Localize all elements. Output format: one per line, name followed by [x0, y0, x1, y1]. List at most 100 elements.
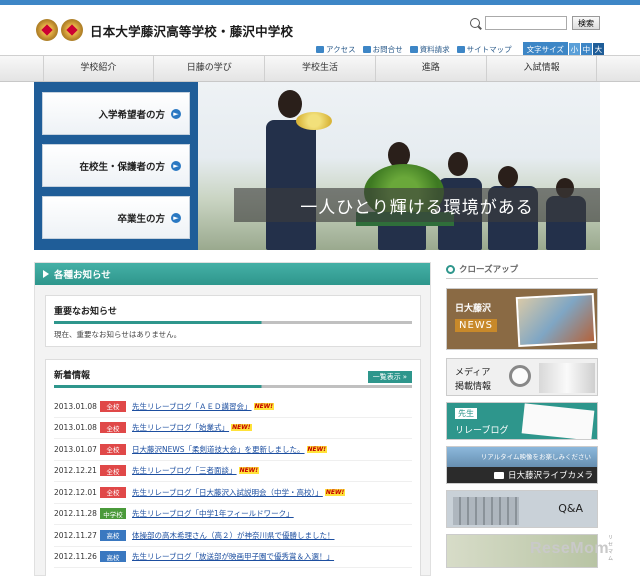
news-banner-photo	[515, 292, 597, 348]
util-link-label: アクセス	[326, 45, 356, 54]
hero-caption: 一人ひとり輝ける環境がある	[234, 188, 600, 222]
camera-banner-label: 日大藤沢ライブカメラ	[507, 471, 593, 481]
live-camera-banner[interactable]: リアルタイム映像をお楽しみください 日大藤沢ライブカメラ	[446, 446, 598, 484]
news-link[interactable]: 体操部の高木希理さん（高２）が神奈川県で優勝しました！	[132, 530, 335, 541]
school-name: 日本大学藤沢高等学校・藤沢中学校	[90, 23, 294, 39]
nav-item-learning[interactable]: 日藤の学び	[153, 56, 264, 81]
hero-button-label: 入学希望者の方	[98, 109, 165, 121]
alumni-button[interactable]: 卒業生の方 ►	[42, 196, 190, 239]
news-title: 新着情報	[54, 371, 91, 381]
news-row: 2012.12.01 全校 先生リレーブログ「日大藤沢入試説明会（中学・高校）」 NE…	[54, 482, 412, 504]
school-logo[interactable]: 日本大学藤沢高等学校・藤沢中学校	[36, 19, 293, 41]
media-banner[interactable]: メディア 掲載情報	[446, 358, 598, 396]
relay-blog-banner[interactable]: 先生 リレーブログ	[446, 402, 598, 440]
news-row: 2012.11.26 高校 先生リレーブログ「放送部が映画甲子園で優秀賞＆入選！」	[54, 547, 412, 568]
news-link[interactable]: 日大藤沢NEWS「柔剣道技大会」を更新しました。	[132, 444, 305, 455]
notice-panel-title-text: 各種お知らせ	[54, 270, 111, 281]
nav-item-admissions[interactable]: 入試情報	[485, 56, 598, 81]
news-link[interactable]: 先生リレーブログ「始業式」	[132, 422, 229, 433]
category-badge: 高校	[100, 551, 126, 563]
qa-banner[interactable]: Q&A	[446, 490, 598, 528]
important-notice-text: 現在、重要なお知らせはありません。	[54, 330, 182, 339]
news-date: 2012.12.21	[54, 466, 97, 476]
util-link-sitemap[interactable]: サイトマップ	[456, 44, 512, 55]
news-row: 2013.01.08 全校 先生リレーブログ「ＡＥＤ講習会」 NEW!	[54, 396, 412, 418]
search-icon	[470, 18, 480, 28]
new-badge: NEW!	[231, 424, 252, 432]
view-all-button[interactable]: 一覧表示 »	[367, 371, 412, 383]
util-link-label: サイトマップ	[466, 45, 512, 54]
news-date: 2013.01.08	[54, 401, 97, 411]
search-bar: 検索	[470, 16, 600, 30]
news-row: 2013.01.07 全校 日大藤沢NEWS「柔剣道技大会」を更新しました。 NEW!	[54, 439, 412, 461]
important-notice-title: 重要なお知らせ	[54, 307, 117, 317]
news-link[interactable]: 先生リレーブログ「放送部が映画甲子園で優秀賞＆入選！」	[132, 551, 334, 562]
util-link-contact[interactable]: お問合せ	[362, 44, 403, 55]
nav-item-school-intro[interactable]: 学校紹介	[42, 56, 154, 81]
new-badge: NEW!	[324, 488, 346, 496]
site-header: 日本大学藤沢高等学校・藤沢中学校 検索 アクセス お問合せ 資料請求 サイトマッ…	[0, 5, 640, 57]
category-badge: 全校	[100, 443, 126, 455]
mail-icon	[362, 46, 371, 53]
news-row: 2013.01.08 全校 先生リレーブログ「始業式」 NEW!	[54, 418, 412, 439]
bus-icon	[316, 46, 324, 53]
news-date: 2013.01.07	[54, 444, 97, 454]
news-link[interactable]: 先生リレーブログ「中学1年フィールドワーク」	[132, 508, 294, 519]
sitemap-icon	[456, 46, 465, 53]
new-badge: NEW!	[306, 445, 328, 453]
arrow-right-icon: ►	[171, 212, 181, 223]
magnifier-icon	[509, 365, 531, 387]
news-date: 2012.11.27	[54, 530, 97, 540]
news-link[interactable]: 先生リレーブログ「日大藤沢入試説明会（中学・高校）」	[132, 487, 323, 498]
category-badge: 全校	[100, 400, 126, 412]
category-badge: 全校	[100, 486, 126, 498]
qa-banner-label: Q&A	[558, 502, 583, 515]
nav-item-career[interactable]: 進路	[374, 56, 486, 81]
crest-icon	[36, 19, 58, 41]
arrow-right-icon: ►	[171, 160, 181, 171]
relay-banner-label: リレーブログ	[455, 426, 509, 436]
news-date: 2012.12.01	[54, 487, 97, 497]
prospective-students-button[interactable]: 入学希望者の方 ►	[42, 92, 190, 135]
students-parents-button[interactable]: 在校生・保護者の方 ►	[42, 144, 190, 187]
watermark-text: ReseMom	[530, 540, 610, 557]
news-box: 新着情報 一覧表示 » 2013.01.08 全校 先生リレーブログ「ＡＥＤ講習会」…	[45, 359, 421, 576]
building-photo	[453, 497, 519, 525]
search-input[interactable]	[485, 16, 567, 30]
util-link-label: 資料請求	[419, 45, 450, 54]
news-date: 2013.01.08	[54, 423, 97, 433]
news-row: 2012.11.28 中学校 先生リレーブログ「中学1年フィールドワーク」	[54, 504, 412, 525]
hero-caption-text: 一人ひとり輝ける環境がある	[300, 197, 534, 218]
notice-panel: 各種お知らせ 重要なお知らせ 現在、重要なお知らせはありません。 新着情報 一覧…	[34, 262, 431, 576]
double-chevron-icon: »	[402, 373, 407, 381]
camera-icon	[493, 471, 504, 479]
notebook-icon	[521, 403, 595, 439]
util-link-access[interactable]: アクセス	[316, 44, 356, 55]
news-link[interactable]: 先生リレーブログ「ＡＥＤ講習会」	[132, 401, 252, 412]
news-list: 2013.01.08 全校 先生リレーブログ「ＡＥＤ講習会」 NEW! 2013.01.…	[54, 396, 412, 568]
arrow-right-icon: ►	[171, 108, 181, 119]
news-banner[interactable]: 日大藤沢 NEWS	[446, 288, 598, 350]
camera-banner-note: リアルタイム映像をお楽しみください	[480, 453, 591, 461]
media-banner-label: メディア	[455, 368, 491, 378]
media-banner-label: 掲載情報	[455, 382, 492, 392]
closeup-title: クローズアップ	[446, 262, 598, 276]
document-icon	[409, 46, 418, 53]
hero-audience-menu: 入学希望者の方 ► 在校生・保護者の方 ► 卒業生の方 ►	[34, 82, 198, 250]
new-badge: NEW!	[253, 402, 275, 410]
category-badge: 中学校	[100, 508, 126, 520]
ring-icon	[446, 264, 455, 274]
hero-banner: 入学希望者の方 ► 在校生・保護者の方 ► 卒業生の方 ► 一人ひとり輝ける環境…	[34, 82, 600, 250]
news-row: 2012.12.21 全校 先生リレーブログ「三者面談」 NEW!	[54, 461, 412, 482]
watermark-subtext: リセマム	[608, 535, 614, 562]
hero-button-label: 在校生・保護者の方	[79, 161, 165, 173]
notice-panel-title: 各種お知らせ	[35, 263, 430, 285]
news-date: 2012.11.26	[54, 552, 97, 562]
util-link-brochure[interactable]: 資料請求	[409, 44, 450, 55]
news-link[interactable]: 先生リレーブログ「三者面談」	[132, 465, 237, 476]
new-badge: NEW!	[238, 467, 260, 475]
camera-banner-bar: 日大藤沢ライブカメラ	[447, 467, 597, 483]
nav-item-school-life[interactable]: 学校生活	[264, 56, 375, 81]
search-button[interactable]: 検索	[572, 16, 600, 30]
closeup-title-text: クローズアップ	[459, 265, 519, 275]
